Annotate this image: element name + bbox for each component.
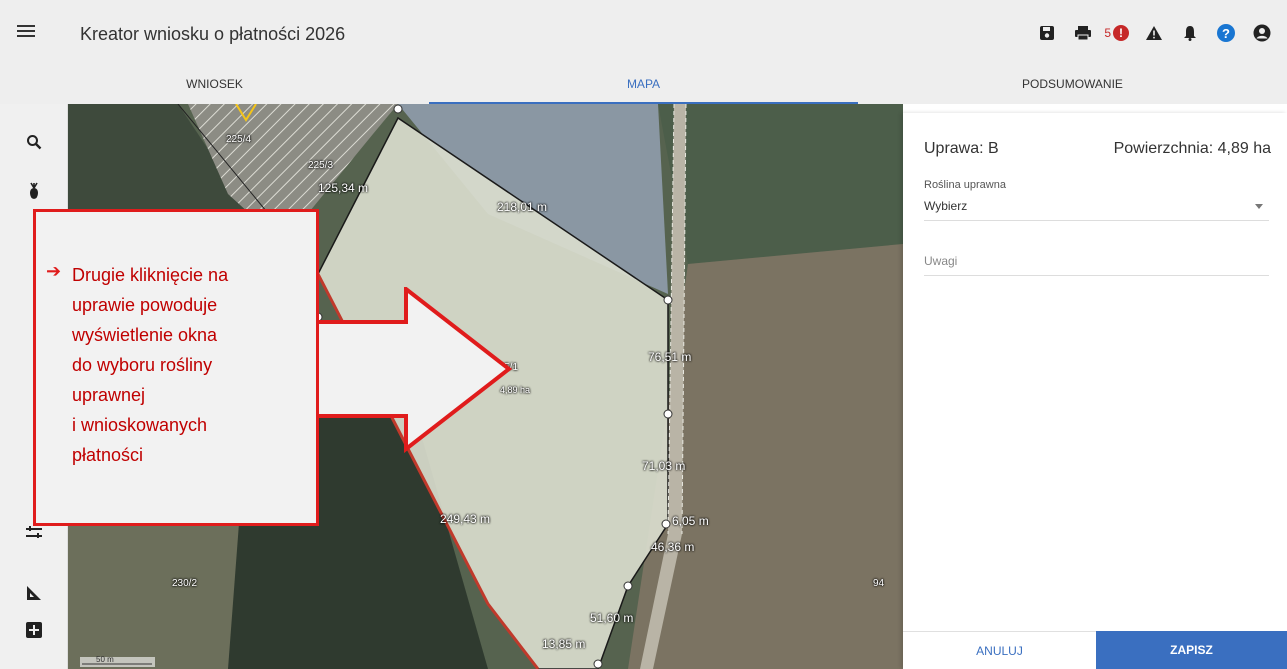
tab-podsumowanie[interactable]: PODSUMOWANIE	[858, 66, 1287, 104]
parcel-label: 230/2	[172, 578, 198, 589]
callout-pointer-arrow	[314, 287, 513, 454]
crop-area: Powierzchnia: 4,89 ha	[1113, 140, 1271, 157]
print-icon[interactable]	[1072, 22, 1094, 44]
segment-length-label: 71,03 m	[642, 459, 686, 473]
parcel-label: 94	[873, 578, 885, 589]
crop-icon[interactable]	[22, 180, 46, 204]
add-icon[interactable]	[22, 618, 46, 642]
plant-select-value: Wybierz	[924, 199, 968, 213]
parcel-label: 225/4	[226, 134, 252, 145]
parcel-label: 225/3	[308, 160, 334, 171]
measure-icon[interactable]	[22, 581, 46, 605]
help-icon[interactable]: ?	[1215, 22, 1237, 44]
save-icon[interactable]	[1036, 22, 1058, 44]
segment-length-label: 76,51 m	[648, 350, 692, 364]
search-icon[interactable]	[22, 130, 46, 154]
plant-select[interactable]: Wybierz	[924, 195, 1269, 221]
bell-icon[interactable]	[1179, 22, 1201, 44]
tab-bar: WNIOSEK MAPA PODSUMOWANIE	[0, 66, 1287, 104]
plant-select-label: Roślina uprawna	[924, 179, 1006, 191]
annotation-callout: ➔ Drugie kliknięcie na uprawie powoduje …	[33, 209, 319, 526]
segment-length-label: 218,01 m	[497, 200, 548, 214]
scale-bar-label: 50 m	[96, 655, 114, 664]
app-header: Kreator wniosku o płatności 2026 5 ! ?	[0, 0, 1287, 66]
menu-icon[interactable]	[17, 22, 35, 40]
save-button[interactable]: ZAPISZ	[1096, 631, 1287, 669]
segment-length-label: 249,43 m	[440, 512, 491, 526]
chevron-down-icon	[1255, 204, 1263, 209]
user-icon[interactable]	[1251, 22, 1273, 44]
error-count[interactable]: 5	[1104, 26, 1111, 40]
segment-length-label: 46,36 m	[651, 540, 695, 554]
segment-length-label: 51,60 m	[590, 611, 634, 625]
notes-input[interactable]: Uwagi	[924, 250, 1269, 276]
segment-length-label: 125,34 m	[318, 181, 369, 195]
arrow-right-icon: ➔	[46, 261, 62, 281]
tab-mapa[interactable]: MAPA	[429, 66, 858, 104]
segment-length-label: 6,05 m	[672, 514, 709, 528]
segment-length-label: 13,85 m	[542, 637, 586, 651]
tab-wniosek[interactable]: WNIOSEK	[0, 66, 429, 104]
error-icon[interactable]: !	[1113, 25, 1129, 41]
warning-icon[interactable]	[1143, 22, 1165, 44]
crop-title: Uprawa: B	[924, 140, 999, 157]
callout-text: Drugie kliknięcie na uprawie powoduje wy…	[72, 265, 229, 465]
cancel-button[interactable]: ANULUJ	[903, 631, 1096, 669]
app-title: Kreator wniosku o płatności 2026	[80, 24, 346, 44]
header-toolbar: 5 ! ?	[1022, 22, 1273, 44]
crop-details-panel: Uprawa: B Powierzchnia: 4,89 ha Roślina …	[903, 113, 1287, 669]
